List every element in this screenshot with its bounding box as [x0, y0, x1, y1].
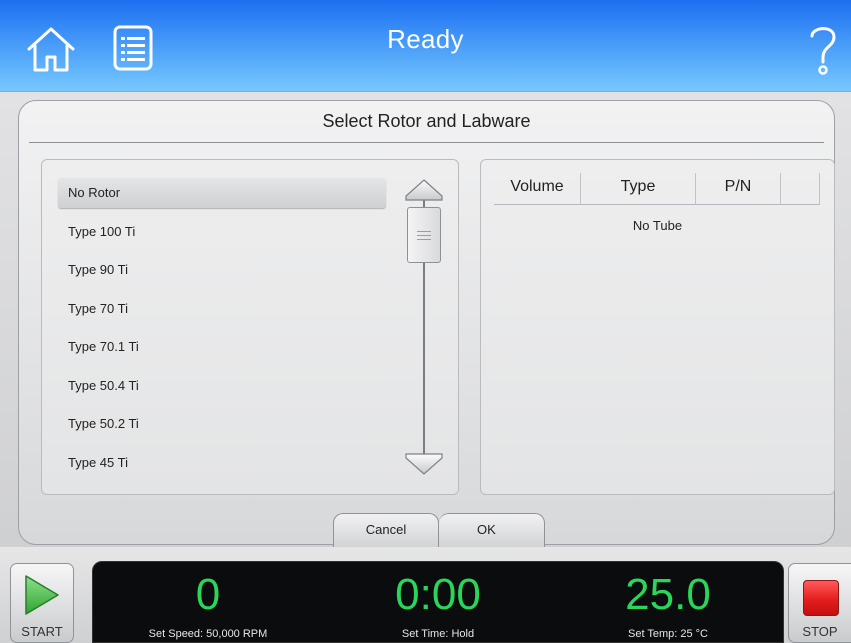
header-bar: Ready — [0, 0, 851, 92]
set-temp-label[interactable]: Set Temp: 25 °C — [578, 628, 758, 640]
status-title: Ready — [387, 24, 464, 54]
rotor-item-type-50-2-ti[interactable]: Type 50.2 Ti — [58, 409, 386, 439]
stop-icon — [803, 580, 839, 616]
cancel-button[interactable]: Cancel — [333, 513, 439, 547]
empty-table-message: No Tube — [632, 218, 683, 233]
title-divider — [29, 142, 824, 143]
dialog-title: Select Rotor and Labware — [322, 111, 531, 131]
select-rotor-dialog: Select Rotor and Labware No Rotor Type 1… — [18, 100, 835, 547]
play-icon — [25, 575, 59, 615]
run-status-display: 0 Set Speed: 50,000 RPM 0:00 Set Time: H… — [92, 561, 784, 643]
rotor-item-no-rotor[interactable]: No Rotor — [58, 178, 386, 208]
scroll-up-arrow-icon[interactable] — [404, 178, 444, 202]
help-icon[interactable] — [808, 22, 838, 78]
column-header-pn[interactable]: P/N — [696, 173, 780, 205]
rotor-item-type-100-ti[interactable]: Type 100 Ti — [58, 217, 386, 247]
rotor-item-type-70-1-ti[interactable]: Type 70.1 Ti — [58, 332, 386, 362]
column-header-type[interactable]: Type — [581, 173, 695, 205]
scrollbar-thumb[interactable] — [407, 207, 441, 263]
scroll-down-arrow-icon[interactable] — [404, 452, 444, 476]
column-header-volume[interactable]: Volume — [494, 173, 580, 205]
labware-table-panel: Volume Type P/N No Tube — [480, 159, 835, 495]
rotor-item-type-90-ti[interactable]: Type 90 Ti — [58, 255, 386, 285]
rotor-item-type-45-ti[interactable]: Type 45 Ti — [58, 448, 386, 478]
start-button[interactable]: START — [10, 563, 74, 643]
stop-button[interactable]: STOP — [788, 563, 851, 643]
rotor-item-type-50-4-ti[interactable]: Type 50.4 Ti — [58, 371, 386, 401]
start-label: START — [21, 624, 63, 639]
time-value: 0:00 — [395, 570, 481, 619]
speed-value: 0 — [195, 570, 221, 619]
set-time-label[interactable]: Set Time: Hold — [348, 628, 528, 640]
labware-table-header: Volume Type P/N — [494, 173, 820, 205]
rotor-list-panel: No Rotor Type 100 Ti Type 90 Ti Type 70 … — [41, 159, 459, 495]
rotor-item-type-70-ti[interactable]: Type 70 Ti — [58, 294, 386, 324]
column-header-blank — [781, 173, 819, 205]
ok-button[interactable]: OK — [439, 513, 545, 547]
set-speed-label[interactable]: Set Speed: 50,000 RPM — [113, 628, 303, 640]
temp-value: 25.0 — [625, 570, 711, 619]
stop-label: STOP — [802, 624, 838, 639]
